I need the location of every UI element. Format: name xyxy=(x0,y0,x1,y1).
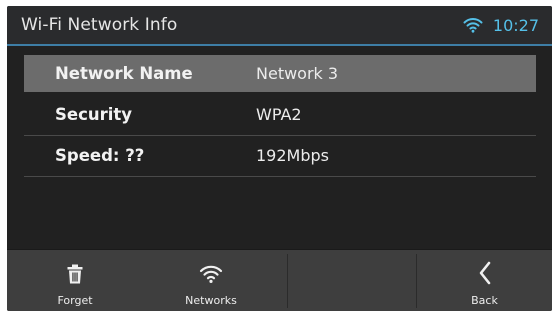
wifi-icon xyxy=(463,18,483,33)
clock: 10:27 xyxy=(492,15,539,35)
forget-button[interactable]: Forget xyxy=(29,250,121,311)
header-bar: Wi-Fi Network Info 10:27 xyxy=(7,6,552,46)
row-value: Network 3 xyxy=(256,64,339,83)
status-area: 10:27 xyxy=(463,14,539,36)
row-label: Security xyxy=(55,105,133,124)
back-button[interactable]: Back xyxy=(417,250,552,311)
row-label: Speed: ?? xyxy=(55,146,145,165)
page-title: Wi-Fi Network Info xyxy=(21,15,178,35)
row-label: Network Name xyxy=(55,64,193,83)
trash-icon xyxy=(67,264,83,284)
info-row-network-name[interactable]: Network Name Network 3 xyxy=(24,55,536,92)
chevron-left-icon xyxy=(479,261,491,285)
wifi-icon xyxy=(199,265,223,283)
row-value: 192Mbps xyxy=(256,146,329,165)
footer-divider xyxy=(287,254,288,308)
network-info-table: Network Name Network 3 Security WPA2 Spe… xyxy=(24,55,536,177)
info-row-security[interactable]: Security WPA2 xyxy=(24,95,536,136)
networks-button[interactable]: Networks xyxy=(165,250,257,311)
back-label: Back xyxy=(471,294,498,307)
row-value: WPA2 xyxy=(256,105,302,124)
wifi-info-screen: Wi-Fi Network Info 10:27 Network Name Ne… xyxy=(7,6,552,311)
footer-toolbar: Forget Networks Back xyxy=(7,249,552,311)
info-row-speed[interactable]: Speed: ?? 192Mbps xyxy=(24,136,536,177)
forget-label: Forget xyxy=(57,294,93,307)
networks-label: Networks xyxy=(185,294,237,307)
